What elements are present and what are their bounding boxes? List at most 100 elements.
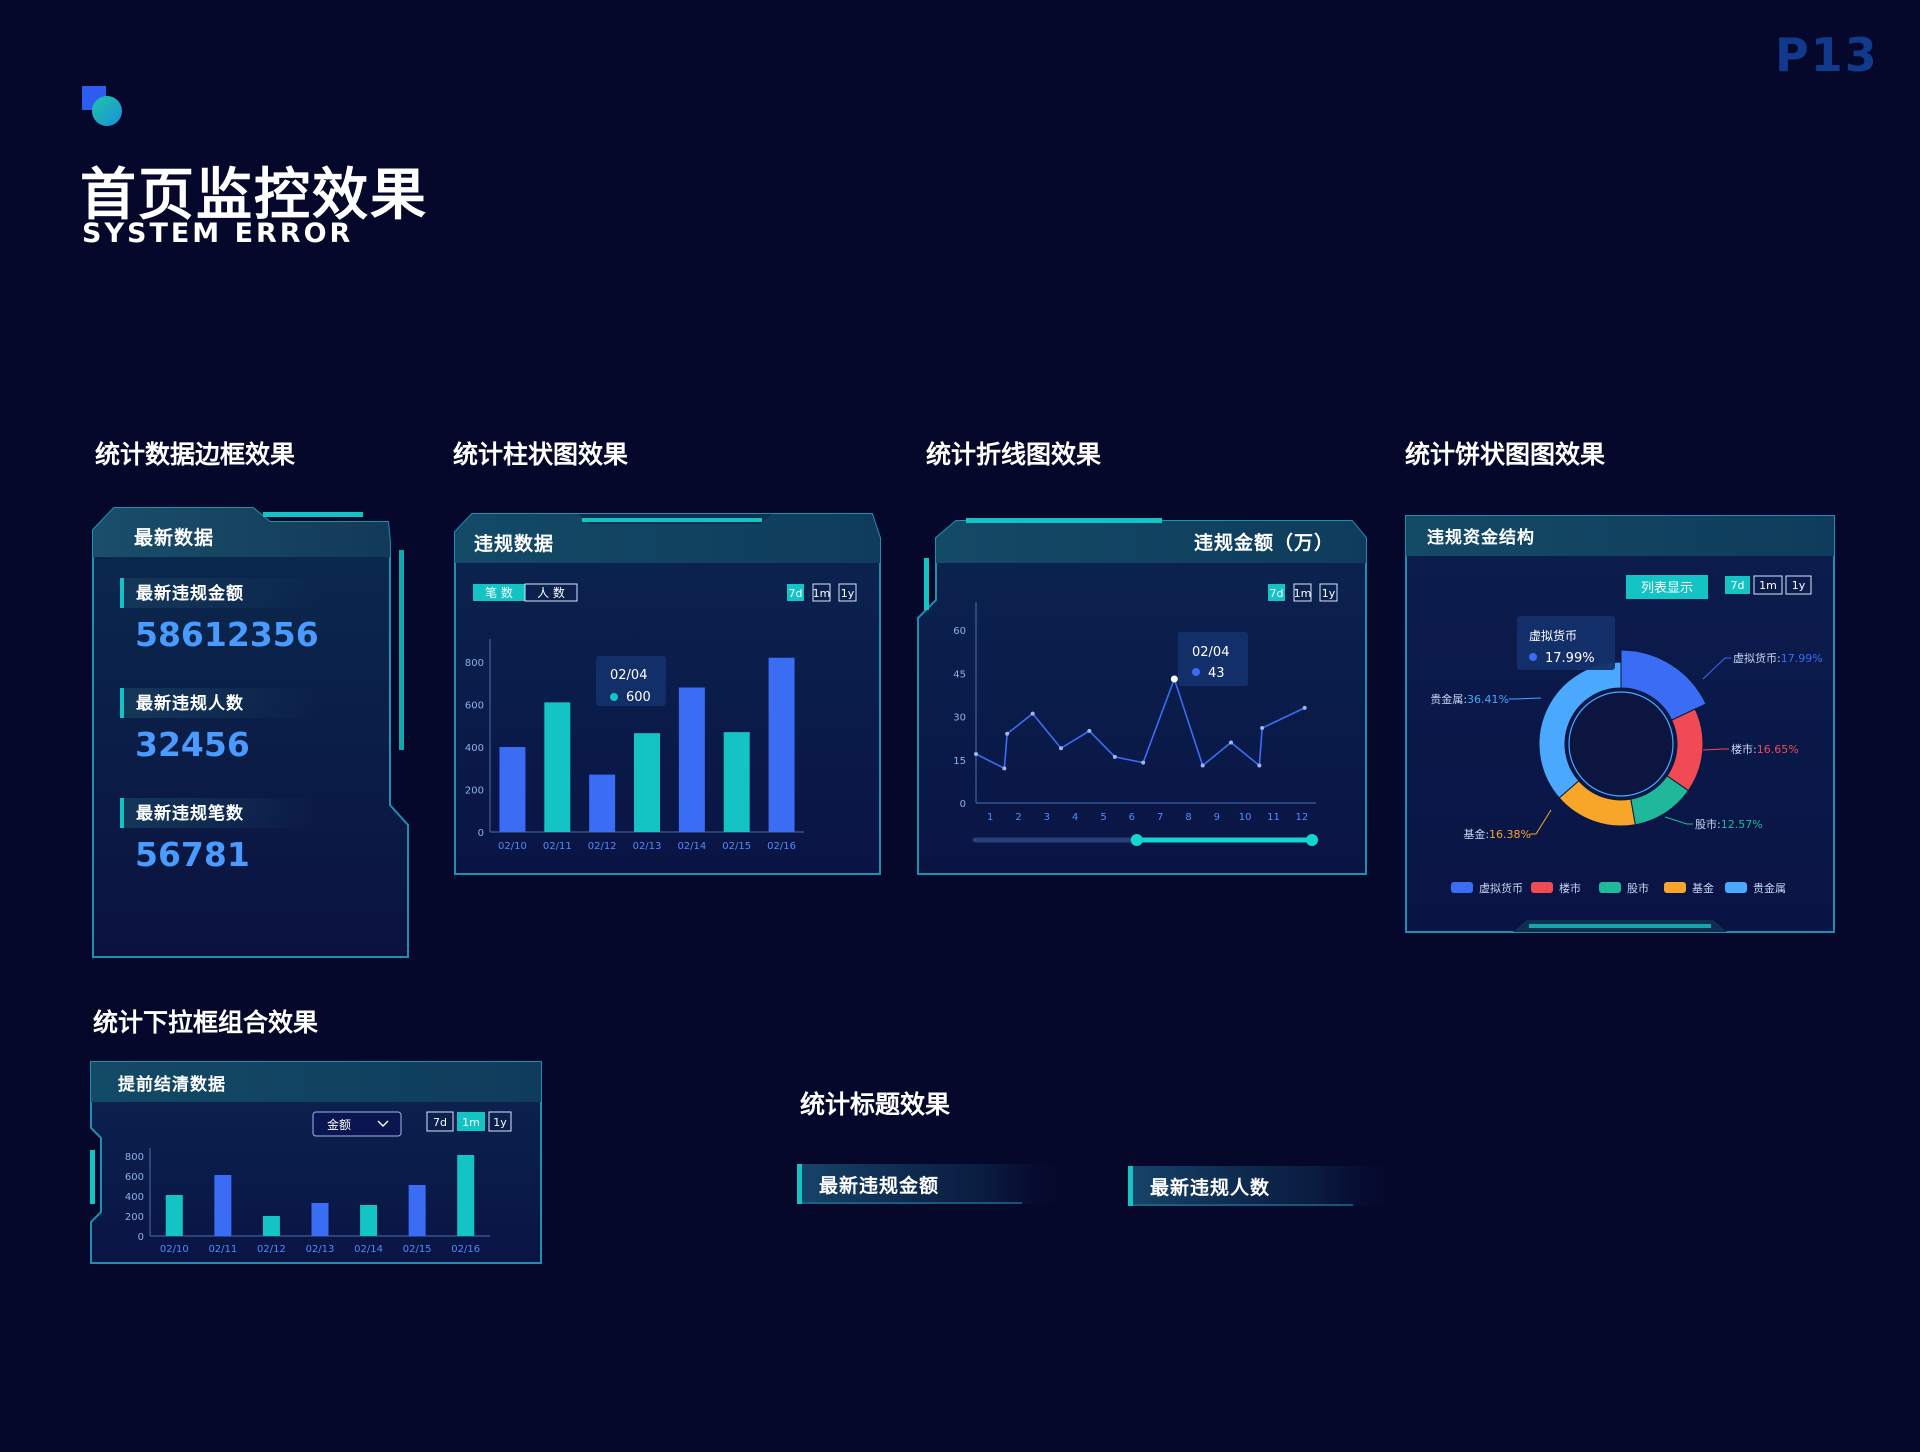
legend-swatch [1531, 882, 1553, 893]
section-title-bar: 统计柱状图效果 [453, 440, 629, 469]
y-tick-label: 600 [125, 1172, 144, 1183]
y-tick-label: 200 [465, 786, 484, 797]
stat-label: 最新违规金额 [136, 583, 244, 604]
bar[interactable] [768, 657, 795, 832]
data-point[interactable] [1002, 766, 1007, 771]
y-tick-label: 15 [953, 756, 966, 767]
data-point[interactable] [1059, 746, 1063, 751]
stats-panel-title: 最新数据 [134, 526, 214, 549]
bar-panel-title: 违规数据 [474, 532, 554, 555]
stat-value: 58612356 [135, 615, 319, 654]
pie-panel-title: 违规资金结构 [1427, 527, 1535, 548]
svg-text:1y: 1y [493, 1116, 507, 1129]
bar[interactable] [360, 1205, 378, 1236]
bar-toggle: 笔 数 人 数 [473, 583, 578, 602]
bar[interactable] [678, 687, 705, 833]
data-point[interactable] [1112, 754, 1117, 759]
slice-label: 股市:12.57% [1695, 817, 1763, 831]
bar[interactable] [214, 1175, 232, 1236]
slice-percent: 36.41% [1467, 693, 1509, 706]
legend-item[interactable]: 贵金属 [1725, 881, 1786, 895]
data-point[interactable] [1141, 760, 1146, 765]
bar[interactable] [408, 1185, 426, 1236]
x-tick-label: 02/13 [306, 1244, 335, 1255]
data-point[interactable] [1005, 731, 1010, 736]
x-tick-label: 02/10 [160, 1244, 189, 1255]
x-tick-label: 02/16 [767, 841, 796, 852]
legend-item[interactable]: 虚拟货币 [1451, 881, 1523, 895]
x-tick-label: 12 [1295, 812, 1308, 823]
dropdown-panel-title: 提前结清数据 [118, 1074, 226, 1095]
highlighted-point[interactable] [1170, 675, 1178, 683]
data-point[interactable] [1087, 728, 1092, 733]
stat-item-1: 最新违规金额 58612356 [120, 578, 320, 654]
bar[interactable] [544, 702, 571, 832]
pie-range-selector: 7d 1m 1y [1725, 575, 1812, 595]
pie-panel: 违规资金结构 列表显示 7d 1m 1y 虚拟货币:17.99%楼市:16.65… [1405, 515, 1835, 933]
x-tick-label: 02/12 [588, 841, 617, 852]
x-tick-label: 8 [1185, 812, 1191, 823]
slider-handle[interactable] [1306, 834, 1318, 846]
line-tooltip: 02/04 43 [1178, 632, 1248, 686]
svg-text:1m: 1m [462, 1116, 480, 1129]
y-tick-label: 0 [478, 828, 484, 839]
dropdown-value: 金额 [327, 1117, 351, 1132]
section-title-dropdown: 统计下拉框组合效果 [93, 1008, 319, 1037]
slice-name: 基金: [1463, 827, 1489, 841]
line-panel-title: 违规金额（万） [1194, 531, 1334, 554]
x-tick-label: 6 [1129, 812, 1135, 823]
slice-label: 虚拟货币:17.99% [1733, 651, 1823, 665]
bar[interactable] [457, 1155, 475, 1236]
svg-text:7d: 7d [789, 587, 803, 600]
bar[interactable] [634, 733, 660, 832]
x-tick-label: 02/16 [451, 1244, 480, 1255]
data-point[interactable] [1200, 763, 1205, 768]
y-tick-label: 400 [465, 743, 484, 754]
section-title-pie: 统计饼状图图效果 [1405, 440, 1606, 469]
bar[interactable] [262, 1216, 280, 1236]
data-point[interactable] [974, 751, 978, 756]
section-title-line: 统计折线图效果 [926, 440, 1102, 469]
data-point[interactable] [1302, 705, 1307, 710]
x-tick-label: 02/10 [498, 841, 527, 852]
stat-label: 最新违规人数 [136, 693, 244, 714]
svg-text:最新违规金额: 最新违规金额 [819, 1174, 939, 1197]
slice-label: 基金:16.38% [1463, 827, 1531, 841]
bar[interactable] [311, 1203, 329, 1236]
x-tick-label: 3 [1044, 812, 1050, 823]
metric-dropdown[interactable]: 金额 [312, 1111, 402, 1137]
bar-range-selector: 7d 1m 1y [787, 583, 857, 602]
legend-swatch [1664, 882, 1686, 893]
y-tick-label: 400 [125, 1192, 144, 1203]
title-effect-people: 最新违规人数 [1128, 1166, 1393, 1206]
pie-legend: 虚拟货币 楼市 股市 基金 贵金属 [1451, 881, 1786, 895]
slice-percent: 16.65% [1757, 743, 1799, 756]
stats-panel: 最新数据 最新违规金额 58612356 最新违规人数 32456 最新违规笔数… [92, 507, 409, 958]
svg-text:43: 43 [1208, 666, 1225, 681]
svg-text:最新违规人数: 最新违规人数 [1150, 1176, 1270, 1199]
data-point[interactable] [1257, 763, 1262, 768]
donut-center [1568, 691, 1674, 797]
data-point[interactable] [1260, 726, 1265, 731]
bar[interactable] [723, 732, 750, 832]
legend-label: 楼市 [1559, 881, 1581, 895]
bar-tooltip: 02/04 600 [596, 656, 666, 706]
data-point[interactable] [1030, 711, 1035, 716]
stat-label: 最新违规笔数 [136, 803, 244, 824]
svg-text:1m: 1m [1294, 587, 1312, 600]
slice-label: 贵金属:36.41% [1430, 692, 1509, 706]
section-title-border: 统计数据边框效果 [95, 440, 296, 469]
bar[interactable] [589, 774, 616, 832]
x-tick-label: 7 [1157, 812, 1163, 823]
svg-text:虚拟货币: 虚拟货币 [1529, 628, 1577, 643]
x-tick-label: 02/13 [633, 841, 662, 852]
svg-text:1y: 1y [841, 587, 855, 600]
data-point[interactable] [1229, 740, 1233, 745]
y-tick-label: 800 [465, 658, 484, 669]
x-tick-label: 1 [987, 812, 993, 823]
slider-handle[interactable] [1130, 834, 1143, 846]
bar[interactable] [165, 1195, 183, 1236]
x-tick-label: 4 [1072, 812, 1078, 823]
bar[interactable] [499, 747, 526, 832]
svg-text:1y: 1y [1322, 587, 1336, 600]
